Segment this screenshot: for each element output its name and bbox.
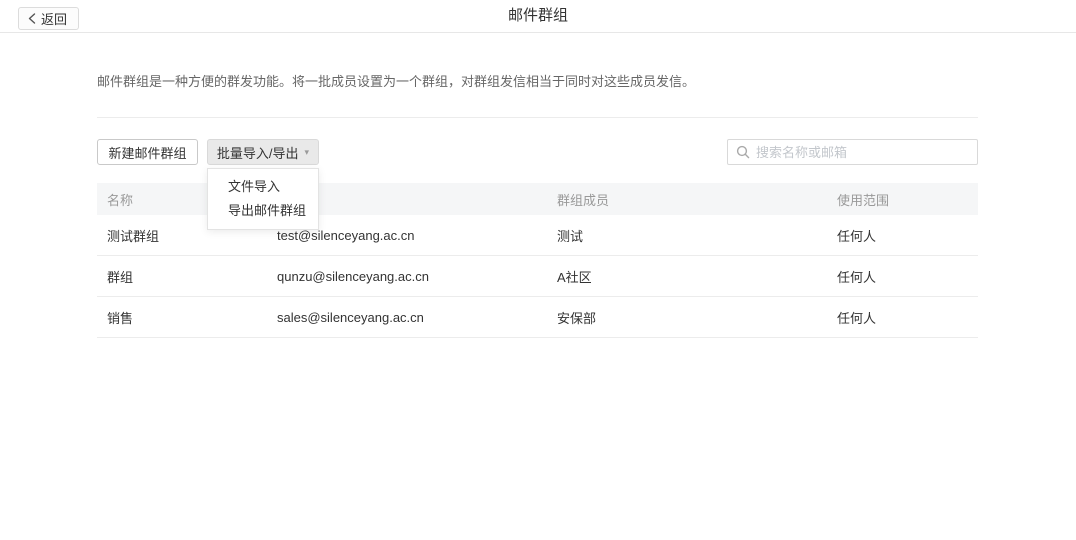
new-mail-group-button[interactable]: 新建邮件群组: [97, 139, 198, 165]
back-button[interactable]: 返回: [18, 7, 79, 30]
search-input[interactable]: [727, 139, 978, 165]
batch-import-export-button[interactable]: 批量导入/导出 ▾: [207, 139, 319, 165]
toolbar-buttons: 新建邮件群组 批量导入/导出 ▾: [97, 139, 319, 165]
back-button-label: 返回: [41, 9, 67, 28]
chevron-left-icon: [28, 13, 36, 24]
import-export-dropdown-menu: 文件导入 导出邮件群组: [207, 168, 319, 230]
cell-members: A社区: [547, 267, 827, 286]
page-title: 邮件群组: [0, 0, 1076, 32]
new-mail-group-button-label: 新建邮件群组: [108, 143, 186, 162]
cell-name: 销售: [97, 308, 267, 327]
cell-name: 群组: [97, 267, 267, 286]
cell-email: qunzu@silenceyang.ac.cn: [267, 269, 547, 284]
header-scope: 使用范围: [827, 190, 978, 209]
caret-down-icon: ▾: [305, 148, 310, 157]
cell-scope: 任何人: [827, 226, 978, 245]
page-description: 邮件群组是一种方便的群发功能。将一批成员设置为一个群组，对群组发信相当于同时对这…: [97, 33, 978, 118]
mail-groups-page: 邮件群组 返回 邮件群组是一种方便的群发功能。将一批成员设置为一个群组，对群组发…: [0, 0, 1076, 540]
table-row[interactable]: 群组 qunzu@silenceyang.ac.cn A社区 任何人: [97, 256, 978, 297]
dropdown-item-export-groups[interactable]: 导出邮件群组: [208, 199, 318, 223]
batch-import-export-button-label: 批量导入/导出: [217, 143, 299, 162]
cell-members: 测试: [547, 226, 827, 245]
cell-members: 安保部: [547, 308, 827, 327]
header-members: 群组成员: [547, 190, 827, 209]
cell-scope: 任何人: [827, 267, 978, 286]
topbar: 邮件群组 返回: [0, 0, 1076, 33]
dropdown-item-file-import[interactable]: 文件导入: [208, 175, 318, 199]
table-row[interactable]: 销售 sales@silenceyang.ac.cn 安保部 任何人: [97, 297, 978, 338]
toolbar: 新建邮件群组 批量导入/导出 ▾: [97, 139, 978, 165]
cell-email: sales@silenceyang.ac.cn: [267, 310, 547, 325]
search-box: [727, 139, 978, 165]
cell-scope: 任何人: [827, 308, 978, 327]
